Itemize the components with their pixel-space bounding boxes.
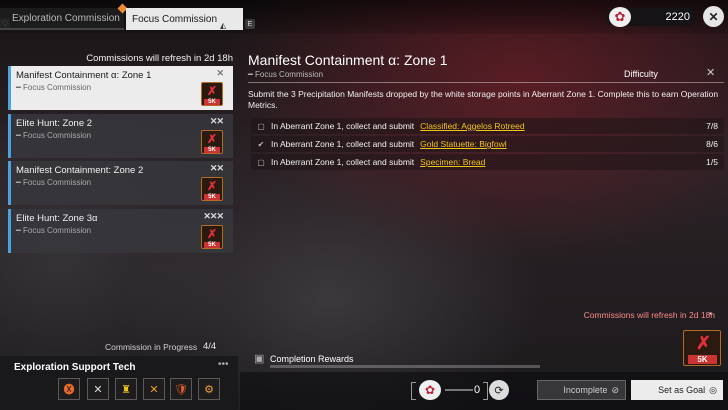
reward-label: 5K — [688, 355, 717, 364]
commission-subtitle-text: Focus Commission — [255, 70, 324, 79]
close-button[interactable]: ✕ — [703, 6, 724, 27]
set-as-goal-button[interactable]: Set as Goal ◎ — [631, 380, 723, 400]
cost-slider-track — [445, 389, 473, 391]
reward-label: 5K — [204, 147, 220, 153]
clock-icon: ◔ — [707, 309, 713, 319]
cost-bracket-right — [483, 382, 488, 400]
reward-emblem-icon: ✗ — [207, 179, 218, 193]
difficulty-rank-icon: ✕ — [706, 67, 716, 79]
reward-label: 5K — [204, 242, 220, 248]
refresh-timer-text: Commissions will refresh in 2d 18h — [583, 310, 715, 320]
card-subtitle-text: Focus Commission — [23, 178, 92, 187]
reward-emblem-icon: ✗ — [207, 227, 218, 241]
reward-icon: ✗ 5K — [201, 130, 223, 154]
refresh-icon: ⟳ — [494, 384, 504, 397]
reward-icon[interactable]: ✗ 5K — [683, 330, 721, 366]
difficulty-label: Difficulty — [624, 69, 658, 79]
commission-title: Manifest Containment α: Zone 1 — [248, 52, 448, 68]
incomplete-button[interactable]: Incomplete ⊘ — [537, 380, 626, 400]
checkbox-empty-icon: ▢ — [257, 121, 265, 131]
objective-progress: 1/5 — [706, 157, 718, 167]
card-subtitle-text: Focus Commission — [23, 83, 92, 92]
tech-slot[interactable]: ♜ — [115, 378, 137, 400]
commission-subtitle: ━ Focus Commission — [248, 70, 324, 79]
reward-emblem-icon: ✗ — [207, 132, 218, 146]
tech-slot[interactable]: 🅧 — [58, 378, 80, 400]
card-title: Elite Hunt: Zone 3α — [16, 213, 98, 224]
refresh-timer-text: Commissions will refresh in 2d 18h — [86, 53, 233, 64]
commission-progress-value: 4/4 — [203, 341, 217, 352]
objective-item-link[interactable]: Gold Statuette: Bigfowl — [420, 139, 506, 149]
reward-label: 5K — [204, 99, 220, 105]
reward-icon: ✗ 5K — [201, 177, 223, 201]
objective-row: ✔ In Aberrant Zone 1, collect and submit… — [251, 136, 724, 152]
commission-card[interactable]: Elite Hunt: Zone 2 ━ Focus Commission ✕✕… — [8, 114, 233, 158]
more-options-icon[interactable]: ••• — [218, 359, 229, 370]
rewards-divider — [270, 365, 540, 368]
reward-icon: ✗ 5K — [201, 225, 223, 249]
difficulty-rank-icon: ✕ — [216, 68, 223, 78]
objective-item-link[interactable]: Specimen: Bread — [420, 157, 485, 167]
completion-rewards-label: Completion Rewards — [270, 354, 354, 364]
objective-progress: 7/8 — [706, 121, 718, 131]
tab-focus-emblem-icon: ◭ — [220, 21, 227, 30]
set-as-goal-label: Set as Goal — [658, 385, 706, 395]
difficulty-rank-icon: ✕✕ — [209, 163, 224, 173]
tech-slot[interactable]: ✕ — [87, 378, 109, 400]
currency-value: 2220 — [665, 11, 690, 23]
refresh-button[interactable]: ⟳ — [489, 380, 509, 400]
commission-progress-label: Commission in Progress — [105, 342, 198, 352]
card-title: Manifest Containment: Zone 2 — [16, 165, 144, 176]
objective-row: ▢ In Aberrant Zone 1, collect and submit… — [251, 118, 724, 134]
reward-emblem-icon: ✗ — [207, 84, 218, 98]
checkmark-icon: ✔ — [257, 139, 265, 149]
difficulty-rank-icon: ✕✕ — [209, 116, 224, 126]
card-subtitle: ━ Focus Commission — [16, 226, 92, 235]
checkbox-empty-icon: ▢ — [257, 157, 265, 167]
card-subtitle: ━ Focus Commission — [16, 131, 92, 140]
objective-progress: 8/6 — [706, 139, 718, 149]
cost-value: 0 — [474, 384, 481, 396]
reward-label: 5K — [204, 194, 220, 200]
card-title: Elite Hunt: Zone 2 — [16, 118, 93, 129]
cube-icon: ▣ — [254, 353, 265, 365]
objective-row: ▢ In Aberrant Zone 1, collect and submit… — [251, 154, 724, 170]
commission-card[interactable]: Manifest Containment α: Zone 1 ━ Focus C… — [8, 66, 233, 110]
card-subtitle: ━ Focus Commission — [16, 178, 92, 187]
card-subtitle: ━ Focus Commission — [16, 83, 92, 92]
card-title: Manifest Containment α: Zone 1 — [16, 70, 152, 81]
difficulty-rank-icon: ✕✕✕ — [203, 211, 224, 221]
divider — [248, 82, 724, 83]
objective-text: In Aberrant Zone 1, collect and submit — [271, 139, 415, 149]
tab-right-key-hint: E — [245, 19, 255, 29]
objective-item-link[interactable]: Classified: Aggelos Rotreed — [420, 121, 524, 131]
reward-icon: ✗ 5K — [201, 82, 223, 106]
card-subtitle-text: Focus Commission — [23, 226, 92, 235]
commission-card[interactable]: Manifest Containment: Zone 2 ━ Focus Com… — [8, 161, 233, 205]
commission-description: Submit the 3 Precipitation Manifests dro… — [248, 89, 719, 110]
reward-emblem-icon: ✗ — [696, 333, 712, 353]
flower-icon: ✿ — [609, 7, 631, 27]
target-icon: ◎ — [709, 384, 717, 395]
tab-exploration-commission[interactable]: Exploration Commission — [0, 8, 124, 30]
incomplete-label: Incomplete — [563, 385, 608, 395]
tech-panel-title: Exploration Support Tech — [14, 362, 136, 373]
objective-text: In Aberrant Zone 1, collect and submit — [271, 121, 415, 131]
tech-slot[interactable]: 🛡 — [170, 378, 192, 400]
objective-text: In Aberrant Zone 1, collect and submit — [271, 157, 415, 167]
prohibited-icon: ⊘ — [611, 384, 619, 395]
tech-slot[interactable]: ✕ — [143, 378, 165, 400]
tech-slot[interactable]: ⚙ — [198, 378, 220, 400]
cost-bracket-left — [411, 382, 416, 400]
tab-label: Focus Commission — [132, 13, 218, 25]
card-subtitle-text: Focus Commission — [23, 131, 92, 140]
flower-icon: ✿ — [419, 380, 441, 400]
tab-label: Exploration Commission — [12, 12, 120, 24]
commission-card[interactable]: Elite Hunt: Zone 3α ━ Focus Commission ✕… — [8, 209, 233, 253]
